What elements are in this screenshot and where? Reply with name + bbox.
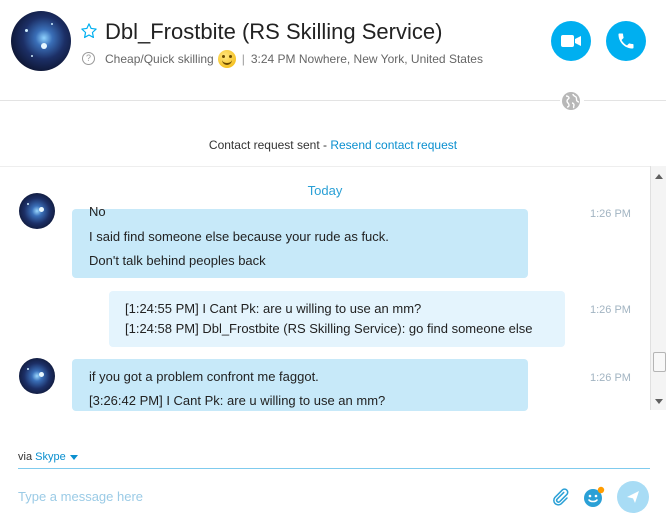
smiley-icon [217, 50, 236, 68]
message-line: Don't talk behind peoples back [89, 253, 266, 268]
header-divider-right [584, 100, 666, 101]
send-icon [627, 491, 639, 503]
header-divider [0, 100, 560, 101]
day-separator: Today [307, 183, 343, 198]
chevron-down-icon[interactable] [69, 454, 78, 460]
sender-avatar[interactable] [19, 193, 55, 229]
message-line: [1:24:58 PM] Dbl_Frostbite (RS Skilling … [125, 321, 533, 336]
message-line: if you got a problem confront me faggot. [89, 369, 319, 384]
message-bubble-incoming[interactable]: No I said find someone else because your… [72, 204, 528, 278]
globe-icon[interactable] [561, 91, 581, 111]
via-selector[interactable]: via Skype [18, 451, 78, 463]
message-line: No [89, 204, 106, 219]
message-timestamp: 1:26 PM [590, 372, 631, 384]
scroll-down-icon[interactable] [655, 399, 663, 404]
mood-line: Cheap/Quick skilling | 3:24 PM Nowhere, … [105, 50, 483, 68]
video-camera-icon [561, 35, 581, 47]
mood-message: Cheap/Quick skilling [105, 52, 214, 66]
star-outline-icon[interactable] [80, 22, 98, 40]
resend-contact-request-link[interactable]: Resend contact request [330, 138, 457, 152]
phone-icon [618, 33, 634, 49]
separator: | [241, 52, 245, 66]
chat-scrollbar[interactable] [650, 166, 666, 410]
attach-file-button[interactable] [549, 486, 571, 508]
local-time: 3:24 PM Nowhere, New York, United States [250, 52, 483, 66]
sender-avatar[interactable] [19, 358, 55, 394]
message-history[interactable]: Today No I said find someone else becaus… [0, 166, 650, 411]
paperclip-icon [553, 488, 569, 506]
message-timestamp: 1:26 PM [590, 304, 631, 316]
composer-divider [18, 468, 650, 469]
message-line: [1:24:55 PM] I Cant Pk: are u willing to… [125, 301, 422, 316]
contact-request-status: Contact request sent - [208, 138, 331, 152]
scroll-thumb[interactable] [653, 352, 666, 372]
scroll-up-icon[interactable] [655, 174, 663, 179]
via-label: via [18, 451, 33, 463]
emoticon-icon [584, 486, 605, 507]
message-input[interactable] [18, 489, 518, 504]
question-icon: ? [82, 52, 95, 65]
send-button[interactable] [617, 481, 649, 513]
contact-avatar[interactable] [11, 11, 71, 71]
message-timestamp: 1:26 PM [590, 208, 631, 220]
message-line: I said find someone else because your ru… [89, 229, 389, 244]
via-service[interactable]: Skype [35, 451, 66, 463]
emoticon-button[interactable] [582, 485, 606, 509]
conversation-header: Dbl_Frostbite (RS Skilling Service) ? Ch… [0, 0, 666, 100]
message-line: [3:26:42 PM] I Cant Pk: are u willing to… [89, 393, 386, 408]
contact-request-banner: Contact request sent - Resend contact re… [0, 138, 666, 152]
contact-name[interactable]: Dbl_Frostbite (RS Skilling Service) [105, 19, 442, 45]
audio-call-button[interactable] [606, 21, 646, 61]
message-bubble-outgoing[interactable]: [1:24:55 PM] I Cant Pk: are u willing to… [109, 291, 565, 347]
video-call-button[interactable] [551, 21, 591, 61]
message-bubble-incoming[interactable]: if you got a problem confront me faggot.… [72, 359, 528, 411]
